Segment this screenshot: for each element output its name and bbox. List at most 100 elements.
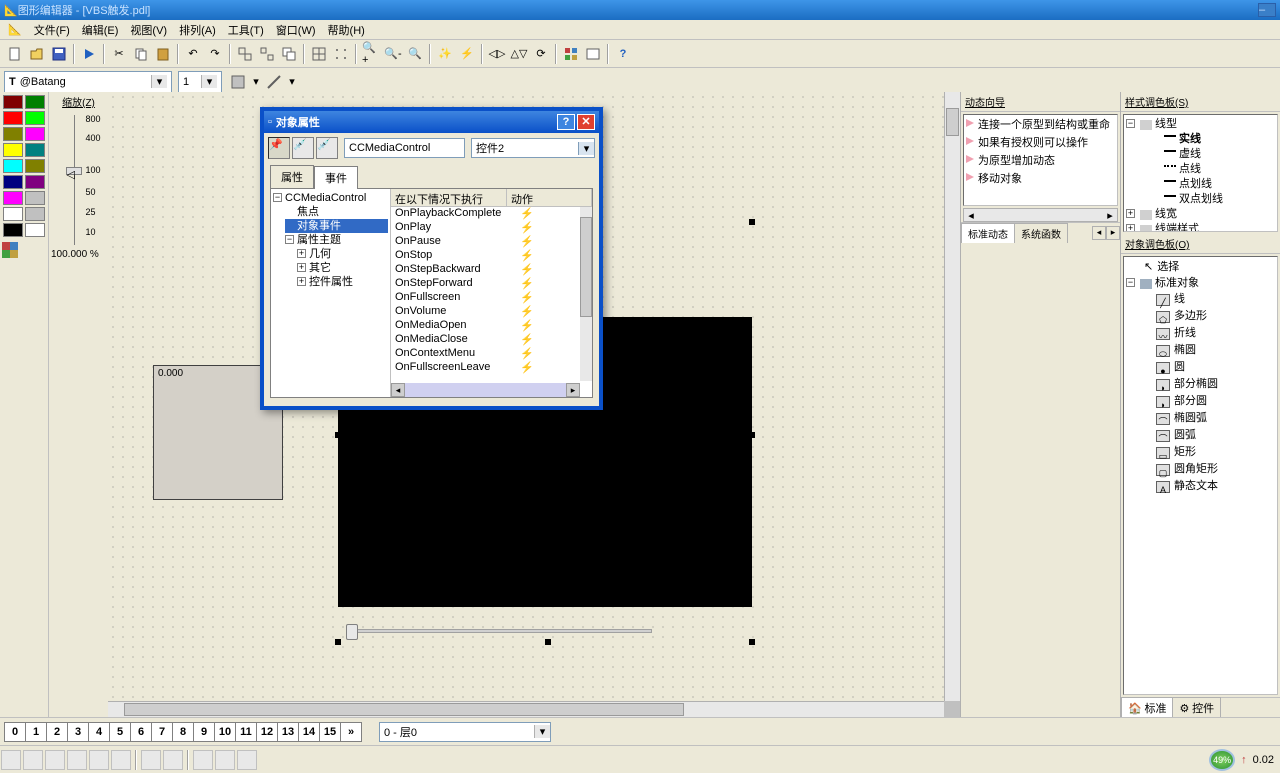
same-w-button[interactable] [193, 750, 213, 770]
layer-tab[interactable]: 14 [298, 722, 320, 742]
color-swatch[interactable] [25, 207, 45, 221]
color-swatch[interactable] [3, 111, 23, 125]
fill-button[interactable] [228, 72, 248, 92]
cut-button[interactable]: ✂ [109, 44, 129, 64]
color-swatch[interactable] [3, 159, 23, 173]
zoom-slider[interactable]: ◁ 800 400 100 50 25 10 [64, 115, 94, 245]
color-picker-icon[interactable] [2, 242, 46, 263]
wizard-button[interactable]: ✨ [435, 44, 455, 64]
color-swatch[interactable] [3, 95, 23, 109]
layer-tab[interactable]: 4 [88, 722, 110, 742]
object-item[interactable]: ╱线 [1138, 291, 1275, 308]
layer-combo[interactable]: 0 - 层0 ▾ [379, 722, 551, 742]
layer-tab[interactable]: 3 [67, 722, 89, 742]
object-item[interactable]: ▢圆角矩形 [1138, 461, 1275, 478]
palette-button[interactable] [561, 44, 581, 64]
layer-tab[interactable]: 9 [193, 722, 215, 742]
color-swatch[interactable] [3, 175, 23, 189]
tree-node-selected[interactable]: 对象事件 [285, 219, 388, 233]
apply-button[interactable]: 💉 [316, 137, 338, 159]
dialog-scrollbar-v[interactable] [580, 207, 592, 381]
instance-combo[interactable]: 控件2▾ [471, 138, 595, 158]
color-swatch[interactable] [25, 191, 45, 205]
event-row[interactable]: OnMediaOpen⚡ [391, 319, 580, 333]
copy-button[interactable] [131, 44, 151, 64]
align-left-button[interactable] [1, 750, 21, 770]
zoomfit-button[interactable]: 🔍 [405, 44, 425, 64]
tree-node[interactable]: 焦点 [285, 205, 388, 219]
color-swatch[interactable] [3, 143, 23, 157]
object-item[interactable]: 〰折线 [1138, 325, 1275, 342]
color-swatch[interactable] [25, 95, 45, 109]
zoomin-button[interactable]: 🔍+ [361, 44, 381, 64]
zoomout-button[interactable]: 🔍- [383, 44, 403, 64]
style-dashdot[interactable]: 点划线 [1150, 177, 1275, 192]
duplicate-button[interactable] [279, 44, 299, 64]
color-swatch[interactable] [3, 127, 23, 141]
save-button[interactable] [49, 44, 69, 64]
layer-tab[interactable]: 10 [214, 722, 236, 742]
paste-button[interactable] [153, 44, 173, 64]
same-size-button[interactable] [237, 750, 257, 770]
group-button[interactable] [235, 44, 255, 64]
menu-arrange[interactable]: 排列(A) [173, 20, 222, 40]
wizard-item[interactable]: 为原型增加动态 [964, 151, 1117, 169]
objects-tab-controls[interactable]: ⚙ 控件 [1172, 697, 1221, 718]
tree-node[interactable]: +几何 [297, 247, 388, 261]
class-field[interactable]: CCMediaControl [344, 138, 465, 158]
font-combo[interactable]: T @Batang ▾ [4, 71, 172, 93]
zoom-thumb[interactable]: ◁ [66, 167, 82, 175]
event-row[interactable]: OnPlay⚡ [391, 221, 580, 235]
scroll-left-icon[interactable]: ◂ [964, 209, 978, 221]
style-dot[interactable]: 点线 [1150, 162, 1275, 177]
event-row[interactable]: OnPause⚡ [391, 235, 580, 249]
undo-button[interactable]: ↶ [183, 44, 203, 64]
color-swatch[interactable] [25, 159, 45, 173]
minimize-button[interactable]: – [1258, 3, 1276, 17]
object-select[interactable]: ↖选择 [1126, 259, 1275, 276]
ungroup-button[interactable] [257, 44, 277, 64]
tree-linetype[interactable]: −线型 [1126, 117, 1275, 132]
object-item[interactable]: ⌒圆弧 [1138, 427, 1275, 444]
tree-node[interactable]: +其它 [297, 261, 388, 275]
color-swatch[interactable] [3, 223, 23, 237]
wizard-tab-standard[interactable]: 标准动态 [961, 223, 1015, 243]
col-condition[interactable]: 在以下情况下执行 [391, 189, 507, 206]
dialog-help-button[interactable]: ? [557, 114, 575, 130]
menu-edit[interactable]: 编辑(E) [76, 20, 125, 40]
dropdown-icon[interactable]: ▾ [151, 75, 167, 88]
wizard-item[interactable]: 连接一个原型到结构或重命 [964, 115, 1117, 133]
align-center-button[interactable] [23, 750, 43, 770]
app-menu-icon[interactable]: 📐 [8, 23, 22, 36]
new-button[interactable] [5, 44, 25, 64]
grid-button[interactable] [309, 44, 329, 64]
layer-tab[interactable]: 12 [256, 722, 278, 742]
run-button[interactable] [79, 44, 99, 64]
object-item[interactable]: ◗部分椭圆 [1138, 376, 1275, 393]
object-item[interactable]: ●圆 [1138, 359, 1275, 376]
fontsize-combo[interactable]: 1 ▾ [178, 71, 222, 93]
object-item[interactable]: ◗部分圆 [1138, 393, 1275, 410]
event-row[interactable]: OnPlaybackComplete⚡ [391, 207, 580, 221]
align-middle-button[interactable] [89, 750, 109, 770]
menu-tools[interactable]: 工具(T) [222, 20, 270, 40]
tree-lineend[interactable]: +线端样式 [1126, 222, 1275, 232]
objects-tab-standard[interactable]: 🏠 标准 [1121, 697, 1173, 718]
layer-tab[interactable]: 8 [172, 722, 194, 742]
object-item[interactable]: ⌒椭圆弧 [1138, 410, 1275, 427]
style-solid[interactable]: 实线 [1150, 132, 1275, 147]
layer-tab[interactable]: 15 [319, 722, 341, 742]
color-swatch[interactable] [25, 143, 45, 157]
align-top-button[interactable] [67, 750, 87, 770]
color-swatch[interactable] [3, 191, 23, 205]
rotate-button[interactable]: ⟳ [531, 44, 551, 64]
layer-tab[interactable]: 13 [277, 722, 299, 742]
pick-button[interactable]: 💉 [292, 137, 314, 159]
object-item[interactable]: ⬠多边形 [1138, 308, 1275, 325]
event-row[interactable]: OnContextMenu⚡ [391, 347, 580, 361]
style-dashdotdot[interactable]: 双点划线 [1150, 192, 1275, 207]
event-row[interactable]: OnStepForward⚡ [391, 277, 580, 291]
tab-next-icon[interactable]: ▸ [1106, 226, 1120, 240]
scrollbar-vertical[interactable] [944, 92, 960, 701]
layer-tab[interactable]: 6 [130, 722, 152, 742]
